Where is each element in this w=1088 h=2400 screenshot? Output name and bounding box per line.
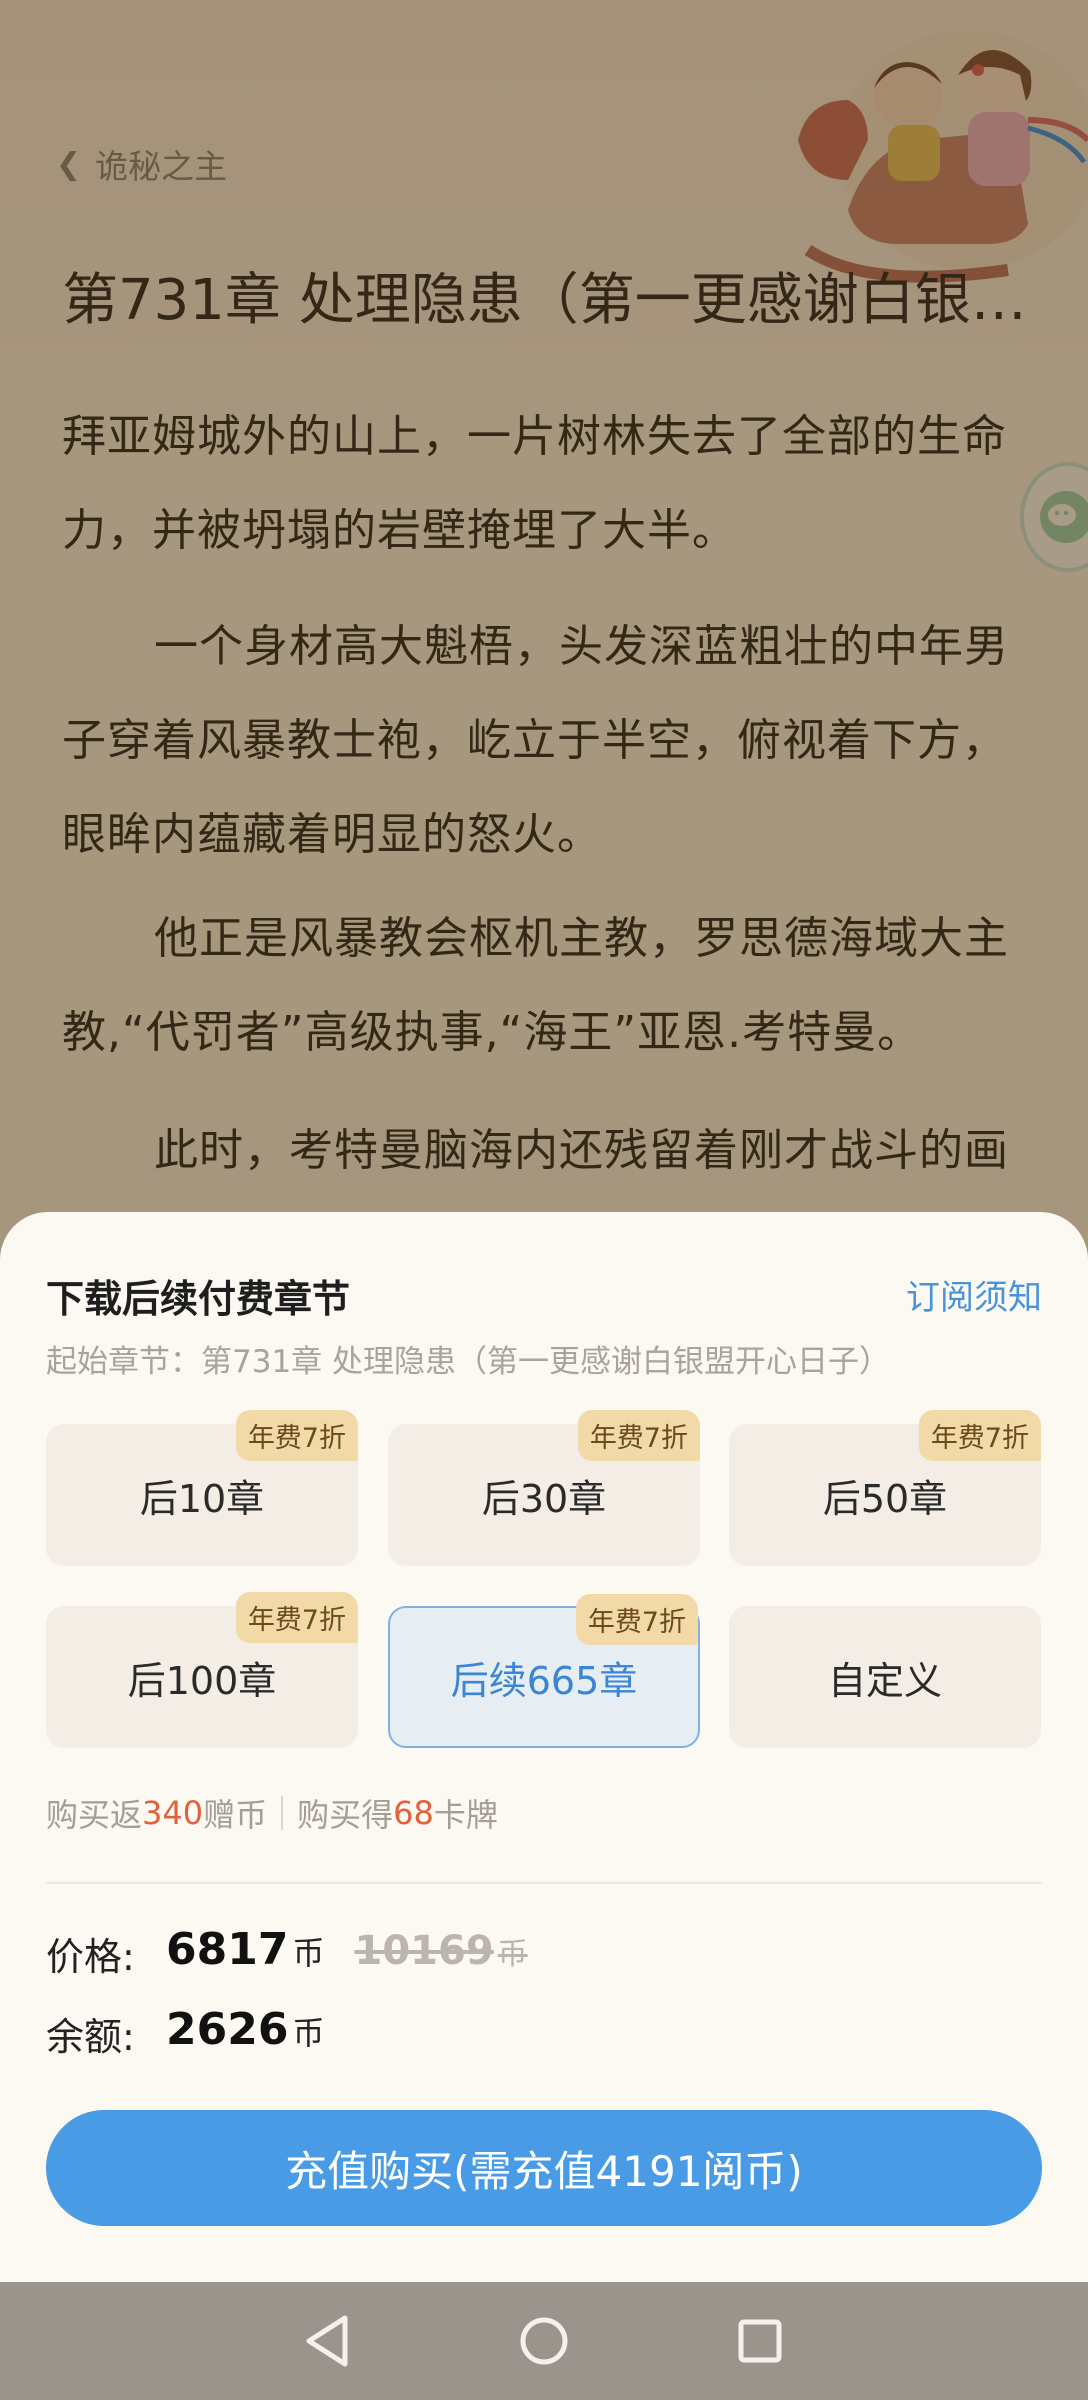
nav-recents-button[interactable] <box>730 2311 790 2371</box>
option-next-50[interactable]: 后50章 年费7折 <box>729 1410 1041 1566</box>
price-unit: 币 <box>292 1934 325 1972</box>
discount-badge: 年费7折 <box>577 1410 700 1461</box>
start-chapter-info: 起始章节：第731章 处理隐患（第一更感谢白银盟开心日子） <box>46 1344 891 1380</box>
discount-badge: 年费7折 <box>235 1592 358 1643</box>
subscription-notice-link[interactable]: 订阅须知 <box>906 1270 1042 1319</box>
original-price-unit: 币 <box>497 1937 528 1972</box>
system-nav-bar <box>0 2282 1088 2400</box>
option-next-100[interactable]: 后100章 年费7折 <box>46 1592 358 1748</box>
discount-badge: 年费7折 <box>918 1410 1041 1461</box>
nav-back-button[interactable] <box>298 2311 358 2371</box>
balance-label: 余额: <box>46 2015 135 2059</box>
perk-text: 卡牌 <box>433 1796 498 1834</box>
balance-value-group: 2626 币 <box>166 2004 324 2055</box>
recharge-buy-button[interactable]: 充值购买(需充值4191阅币) <box>46 2110 1042 2226</box>
purchase-perks: 购买返 340 赠币 购买得 68 卡牌 <box>46 1790 498 1836</box>
discount-badge: 年费7折 <box>575 1594 698 1645</box>
option-label: 后50章 <box>822 1476 948 1521</box>
option-label: 后续665章 <box>450 1658 638 1703</box>
balance-unit: 币 <box>292 2014 325 2052</box>
option-custom[interactable]: 自定义 <box>729 1606 1041 1748</box>
download-chapters-sheet: 下载后续付费章节 订阅须知 起始章节：第731章 处理隐患（第一更感谢白银盟开心… <box>0 1212 1088 2282</box>
option-label: 后10章 <box>139 1476 265 1521</box>
balance-value: 2626 <box>166 2004 289 2055</box>
cards-value: 68 <box>393 1794 434 1832</box>
perk-text: 购买返 <box>46 1796 143 1834</box>
price-value: 6817 <box>166 1924 289 1975</box>
perk-text: 赠币 <box>203 1796 268 1834</box>
section-divider <box>46 1882 1042 1884</box>
price-value-group: 6817 币 10169 币 <box>166 1924 528 1975</box>
discount-badge: 年费7折 <box>235 1410 358 1461</box>
option-label: 后30章 <box>481 1476 607 1521</box>
home-circle-icon <box>520 2317 568 2365</box>
sheet-title: 下载后续付费章节 <box>46 1277 351 1321</box>
option-next-10[interactable]: 后10章 年费7折 <box>46 1410 358 1566</box>
perk-text: 购买得 <box>297 1796 394 1834</box>
original-price: 10169 <box>354 1928 494 1974</box>
option-label: 后100章 <box>127 1658 277 1703</box>
recents-square-icon <box>738 2319 782 2363</box>
bonus-coins-value: 340 <box>142 1794 204 1832</box>
perks-divider <box>281 1796 284 1830</box>
option-next-30[interactable]: 后30章 年费7折 <box>388 1410 700 1566</box>
back-triangle-icon <box>306 2315 348 2367</box>
option-label: 自定义 <box>827 1658 942 1703</box>
option-all-remaining[interactable]: 后续665章 年费7折 <box>388 1594 700 1748</box>
nav-home-button[interactable] <box>514 2311 574 2371</box>
price-label: 价格: <box>46 1935 135 1979</box>
